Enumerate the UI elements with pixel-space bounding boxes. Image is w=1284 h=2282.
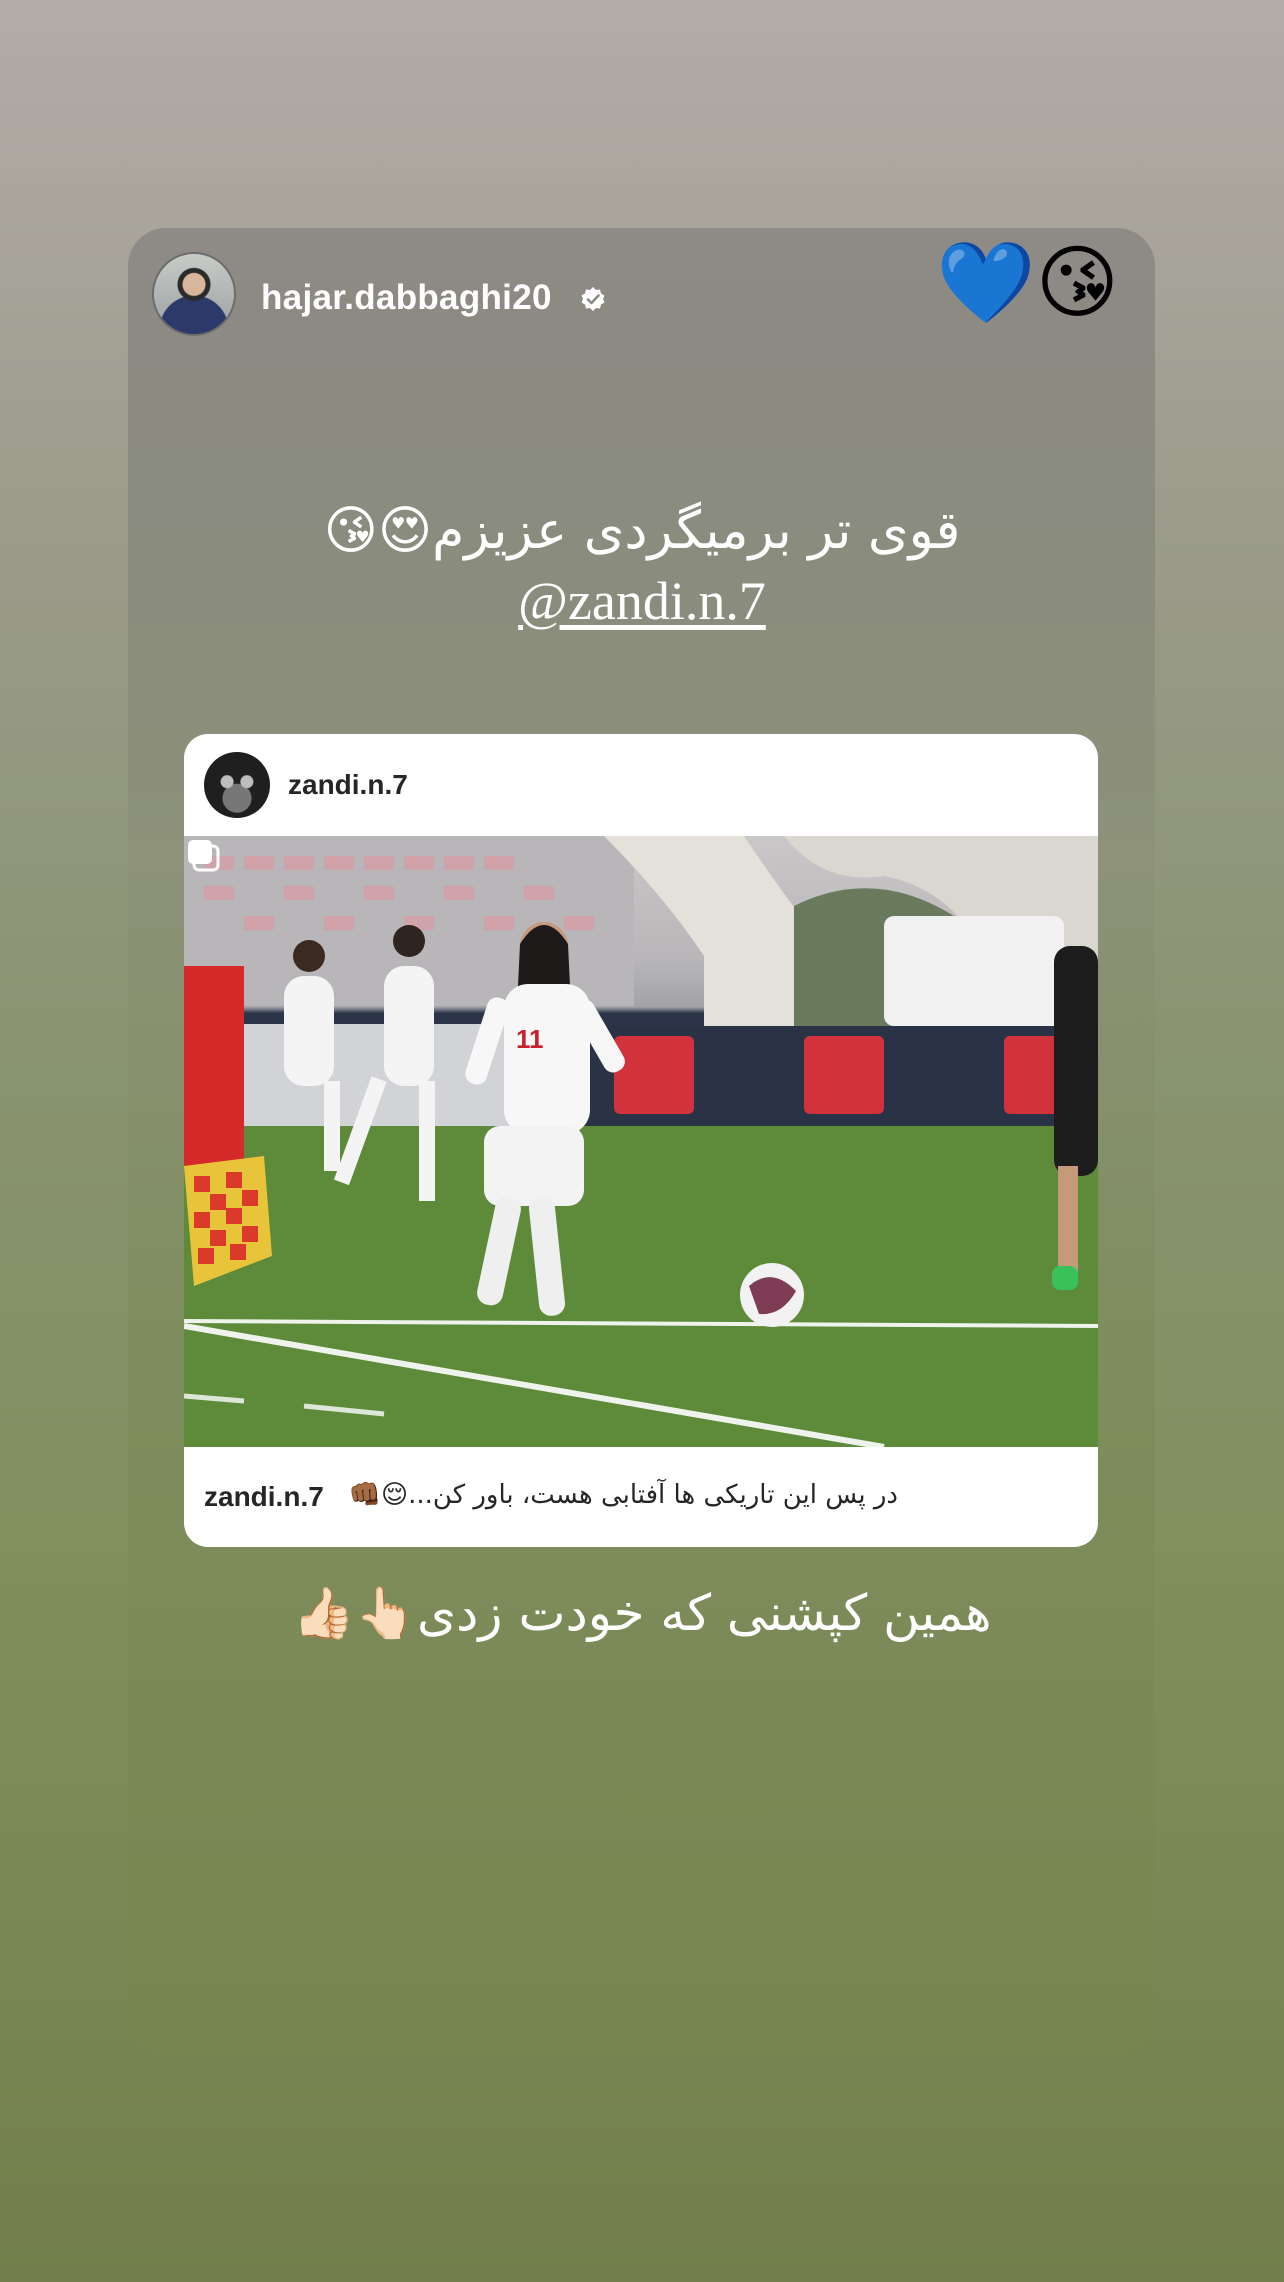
author-avatar[interactable] (152, 252, 236, 336)
svg-text:11: 11 (516, 1024, 544, 1054)
soccer-photo-illustration: 11 (184, 836, 1098, 1447)
mention-link[interactable]: @zandi.n.7 (0, 568, 1284, 634)
post-author-avatar[interactable] (204, 752, 270, 818)
post-footer-username[interactable]: zandi.n.7 (204, 1481, 324, 1513)
author-username[interactable]: hajar.dabbaghi20 (261, 278, 552, 318)
post-header-username[interactable]: zandi.n.7 (288, 769, 408, 801)
post-caption: در پس این تاریکی ها آفتابی هست، باور کن.… (348, 1480, 898, 1510)
story-bottom-caption: همین کپشنی که خودت زدی👆🏻👍🏻 (292, 1584, 992, 1642)
top-emoji-sticker[interactable]: 💙😘 (936, 238, 1119, 328)
story-caption-text: قوی تر برمیگردی عزیزم😍😘 (323, 501, 961, 561)
post-footer: zandi.n.7 در پس این تاریکی ها آفتابی هست… (184, 1447, 1098, 1547)
post-header: zandi.n.7 (184, 734, 1098, 836)
multiple-photos-icon (188, 840, 220, 872)
post-image[interactable]: 11 (184, 836, 1098, 1447)
shared-post-card[interactable]: zandi.n.7 11 zandi.n.7 در پس این تاریکی … (184, 734, 1098, 1547)
verified-badge-icon (581, 287, 605, 311)
